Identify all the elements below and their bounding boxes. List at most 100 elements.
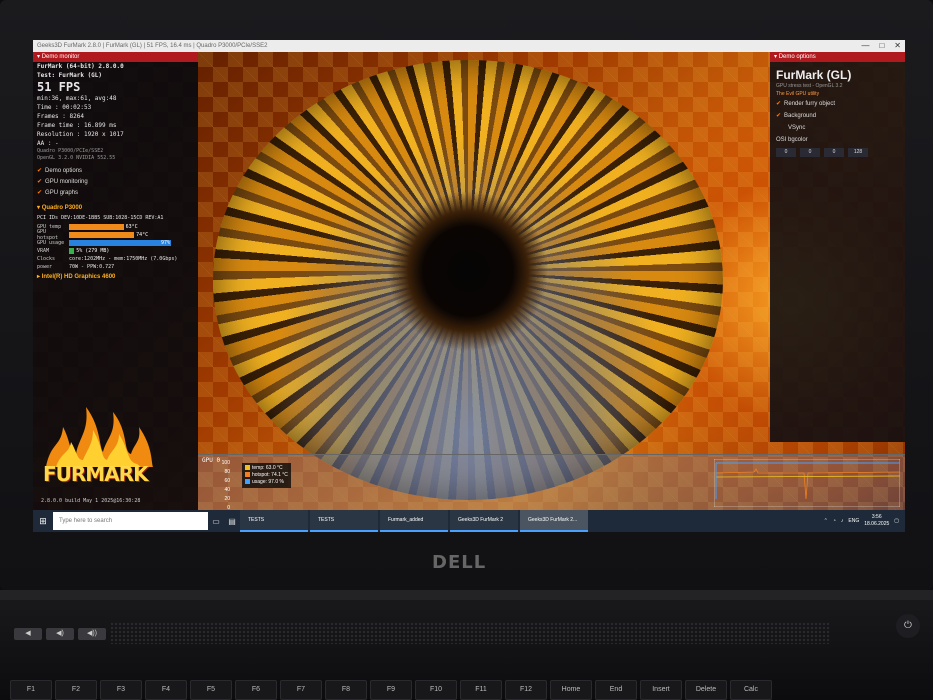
key-delete[interactable]: Delete (685, 680, 727, 700)
key-f5[interactable]: F5 (190, 680, 232, 700)
key-f1[interactable]: F1 (10, 680, 52, 700)
legend-temp: temp: 63.0 °C (245, 465, 288, 472)
osi-a-input[interactable]: 128 (848, 148, 868, 157)
power-row: power 70W - PPW:0.727 (37, 264, 115, 270)
aa-readout: AA : - (37, 140, 59, 147)
legend-usage: usage: 97.0 % (245, 479, 288, 486)
checkbox-gpu-monitoring[interactable]: ✔ GPU monitoring (33, 177, 198, 188)
taskbar-clock[interactable]: 3:56 18.06.2025 (864, 514, 889, 528)
windows-start-icon[interactable]: ⊞ (33, 510, 53, 532)
key-f9[interactable]: F9 (370, 680, 412, 700)
key-f6[interactable]: F6 (235, 680, 277, 700)
key-f3[interactable]: F3 (100, 680, 142, 700)
volume-up-key-icon[interactable]: ◀)) (78, 628, 106, 640)
laptop-hinge (0, 590, 933, 600)
volume-icon[interactable]: ♪ (841, 518, 844, 524)
key-f7[interactable]: F7 (280, 680, 322, 700)
gpu-section-header[interactable]: ▾ Quadro P3000 (33, 203, 198, 214)
options-subtitle: GPU stress test - OpenGL 3.2 (776, 83, 843, 89)
sensor-row: VRAM 5% (279 MB) (33, 247, 198, 255)
sensor-bar: 74°C (69, 232, 174, 238)
taskbar-app-furmark-1[interactable]: Geeks3D FurMark 2 (450, 510, 518, 532)
graph-axis: 100 80 60 40 20 0 (220, 459, 230, 513)
options-header[interactable]: ▾ Demo options (770, 52, 905, 62)
speaker-grille (110, 622, 830, 644)
window-controls: — □ ✕ (861, 40, 901, 52)
check-icon: ✔ (37, 190, 43, 196)
sensor-value: 74°C (136, 232, 149, 238)
gpu-renderer: Quadro P3000/PCIe/SSE2 (37, 148, 104, 154)
key-f11[interactable]: F11 (460, 680, 502, 700)
furry-donut (213, 60, 723, 500)
sensor-bar-fill (69, 240, 171, 246)
file-explorer-icon[interactable]: ▤ (224, 510, 240, 532)
flame-icon (46, 407, 153, 467)
axis-tick: 40 (224, 487, 230, 493)
osi-g-input[interactable]: 0 (800, 148, 820, 157)
tray-chevron-icon[interactable]: ⌃ (824, 518, 828, 524)
fps-readout: 51 FPS (37, 80, 81, 94)
sensor-value: 63°C (125, 224, 138, 230)
osi-bgcolor-inputs: 0 0 0 128 (770, 148, 905, 157)
furmark-logo: FURMARK (41, 392, 161, 492)
check-icon: ✔ (37, 168, 43, 174)
gpu-graph: GPU 0 100 80 60 40 20 0 temp: 63.0 °C ho… (198, 454, 905, 513)
hotspot-line (715, 468, 900, 500)
taskbar-app-furmark-2[interactable]: Geeks3D FurMark 2... (520, 510, 588, 532)
sensor-label: VRAM (37, 248, 50, 254)
close-button[interactable]: ✕ (894, 40, 901, 52)
volume-down-key-icon[interactable]: ◀) (46, 628, 74, 640)
sensor-bar: 63°C (69, 224, 174, 230)
checkbox-vsync[interactable]: VSync (770, 122, 905, 134)
taskbar-app-tests-1[interactable]: TESTS (240, 510, 308, 532)
taskbar-app-furmark-added[interactable]: Furmark_added (380, 510, 448, 532)
language-indicator[interactable]: ENG (848, 518, 859, 524)
key-f2[interactable]: F2 (55, 680, 97, 700)
legend-hotspot: hotspot: 74.1 °C (245, 472, 288, 479)
key-insert[interactable]: Insert (640, 680, 682, 700)
intel-gpu-section[interactable]: ▸ Intel(R) HD Graphics 4600 (33, 271, 198, 283)
sensor-value: 97% (161, 240, 171, 246)
gl-version: OpenGL 3.2.0 NVIDIA 552.55 (37, 155, 116, 161)
axis-tick: 100 (221, 460, 230, 466)
function-key-row: F1 F2 F3 F4 F5 F6 F7 F8 F9 F10 F11 F12 Home End Insert… (10, 680, 772, 700)
sensor-value: 5% (279 MB) (76, 248, 110, 254)
dell-logo: DELL (432, 552, 487, 573)
mute-key-icon[interactable]: ◀ (14, 628, 42, 640)
checkbox-background[interactable]: ✔ Background (770, 110, 905, 122)
sensor-bar-fill (69, 248, 75, 254)
window-titlebar[interactable]: Geeks3D FurMark 2.8.0 | FurMark (GL) | 5… (33, 40, 905, 52)
time-readout: Time : 00:02:53 (37, 104, 92, 111)
key-end[interactable]: End (595, 680, 637, 700)
checkbox-gpu-graphs[interactable]: ✔ GPU graphs (33, 188, 198, 199)
key-f4[interactable]: F4 (145, 680, 187, 700)
key-f10[interactable]: F10 (415, 680, 457, 700)
key-f12[interactable]: F12 (505, 680, 547, 700)
frames-readout: Frames : 8264 (37, 113, 84, 120)
laptop-bezel: Geeks3D FurMark 2.8.0 | FurMark (GL) | 5… (0, 0, 933, 590)
network-icon[interactable]: ◔ (833, 518, 836, 524)
checkbox-render-furry[interactable]: ✔ Render furry object (770, 98, 905, 110)
sensor-bar-fill (69, 232, 135, 238)
minimize-button[interactable]: — (861, 40, 869, 52)
demo-monitor-panel: ▾ Demo monitor FurMark (64-bit) 2.8.0.0 … (33, 52, 198, 510)
maximize-button[interactable]: □ (879, 40, 884, 52)
power-button-icon[interactable]: ⏻ (896, 614, 920, 638)
monitor-header[interactable]: ▾ Demo monitor (33, 52, 198, 62)
key-f8[interactable]: F8 (325, 680, 367, 700)
system-tray: ⌃ ◔ ♪ ENG 3:56 18.06.2025 ▢ (824, 514, 905, 528)
task-view-icon[interactable]: ▭ (208, 510, 224, 532)
sensor-row: GPU usage 97% (33, 239, 198, 247)
notification-icon[interactable]: ▢ (894, 518, 899, 524)
app-name: FurMark (64-bit) 2.8.0.0 (37, 63, 124, 70)
taskbar-search-input[interactable]: Type here to search (53, 512, 208, 530)
osi-bgcolor-label: OSI bgcolor (776, 137, 808, 143)
key-home[interactable]: Home (550, 680, 592, 700)
osi-b-input[interactable]: 0 (824, 148, 844, 157)
axis-tick: 60 (224, 478, 230, 484)
key-calc[interactable]: Calc (730, 680, 772, 700)
checkbox-demo-options[interactable]: ✔ Demo options (33, 166, 198, 177)
taskbar-app-tests-2[interactable]: TESTS (310, 510, 378, 532)
check-icon: ✔ (37, 179, 43, 185)
osi-r-input[interactable]: 0 (776, 148, 796, 157)
